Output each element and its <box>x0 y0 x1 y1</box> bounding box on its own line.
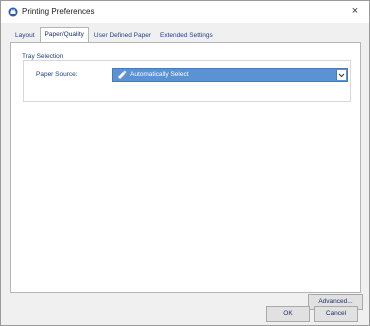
tray-selection-label: Tray Selection <box>20 53 66 60</box>
tab-panel: Tray Selection Paper Source: Automatical… <box>10 42 363 310</box>
tab-bar: Layout Paper/Quality User Defined Paper … <box>11 27 218 42</box>
tab-extended-settings[interactable]: Extended Settings <box>156 30 217 42</box>
printing-preferences-dialog: Printing Preferences × Layout Paper/Qual… <box>0 0 370 326</box>
tab-layout[interactable]: Layout <box>11 30 39 42</box>
paper-source-dropdown[interactable]: Automatically Select <box>112 68 348 82</box>
paper-source-value: Automatically Select <box>130 71 189 78</box>
window-title: Printing Preferences <box>22 7 95 16</box>
dropdown-toggle[interactable] <box>336 70 346 80</box>
printer-icon <box>8 7 18 17</box>
close-button[interactable]: × <box>341 1 369 23</box>
cancel-button[interactable]: Cancel <box>314 306 358 322</box>
paper-source-label: Paper Source: <box>36 71 78 78</box>
tab-paper-quality[interactable]: Paper/Quality <box>39 27 89 42</box>
chevron-down-icon <box>338 73 345 78</box>
printer-tray-icon <box>118 70 127 79</box>
ok-button[interactable]: OK <box>266 306 310 322</box>
tab-user-defined-paper[interactable]: User Defined Paper <box>90 30 155 42</box>
title-bar: Printing Preferences × <box>1 1 369 23</box>
